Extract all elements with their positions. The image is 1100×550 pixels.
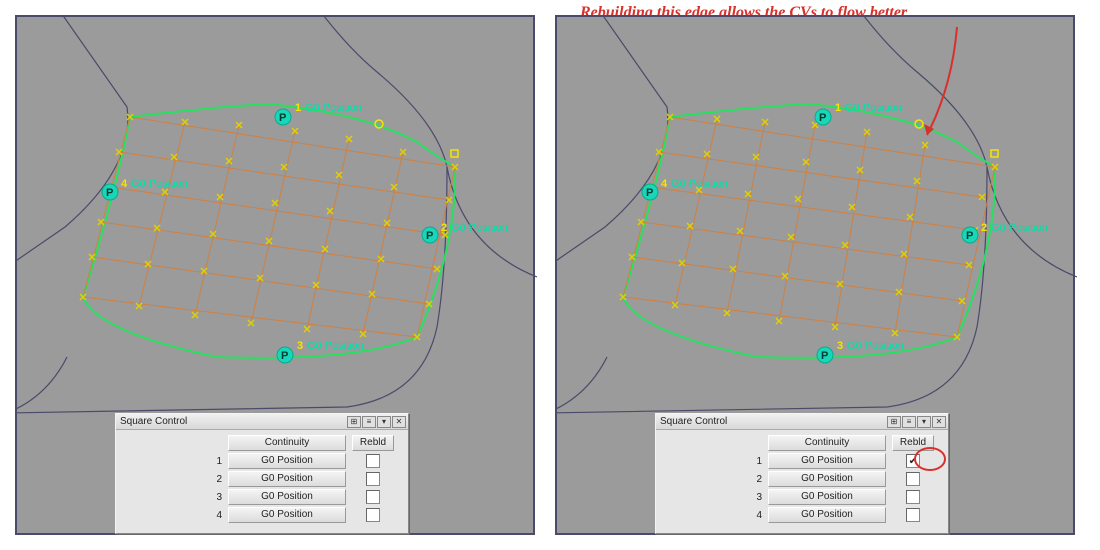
svg-text:P: P: [106, 187, 113, 199]
edge2-handle: P 2 G0 Position: [962, 222, 1048, 243]
continuity-button-2[interactable]: G0 Position: [768, 471, 886, 487]
svg-text:P: P: [819, 112, 826, 124]
continuity-button-1[interactable]: G0 Position: [228, 453, 346, 469]
expand-icon[interactable]: ⊞: [347, 416, 361, 428]
dropdown-icon[interactable]: ▾: [917, 416, 931, 428]
continuity-button-3[interactable]: G0 Position: [228, 489, 346, 505]
svg-text:1: 1: [295, 102, 301, 114]
svg-text:P: P: [426, 230, 433, 242]
row-num: 4: [662, 510, 762, 521]
svg-text:G0 Position: G0 Position: [847, 340, 904, 352]
continuity-button-4[interactable]: G0 Position: [228, 507, 346, 523]
dialog-title: Square Control: [120, 416, 347, 427]
edge1-handle: P 1 G0 Position: [275, 102, 362, 125]
continuity-button-2[interactable]: G0 Position: [228, 471, 346, 487]
svg-text:G0 Position: G0 Position: [671, 178, 728, 190]
viewport-left[interactable]: P 1 G0 Position P 2 G0 Position P 3 G0 P…: [15, 15, 535, 535]
continuity-button-4[interactable]: G0 Position: [768, 507, 886, 523]
svg-text:G0 Position: G0 Position: [307, 340, 364, 352]
svg-text:P: P: [279, 112, 286, 124]
continuity-header-button[interactable]: Continuity: [228, 435, 346, 451]
row-num: 3: [122, 492, 222, 503]
rebld-check-4[interactable]: [366, 508, 380, 522]
svg-text:G0 Position: G0 Position: [451, 222, 508, 234]
edge4-handle: P 4 G0 Position: [102, 178, 188, 200]
menu-icon[interactable]: ≡: [902, 416, 916, 428]
edge3-handle: P 3 G0 Position: [277, 340, 364, 363]
svg-text:P: P: [966, 230, 973, 242]
row-num: 2: [662, 474, 762, 485]
edge1-handle: P 1 G0 Position: [815, 102, 902, 125]
close-icon[interactable]: ✕: [932, 416, 946, 428]
rebld-check-1[interactable]: ✔: [906, 454, 920, 468]
row-num: 4: [122, 510, 222, 521]
edge3-handle: P 3 G0 Position: [817, 340, 904, 363]
svg-text:G0 Position: G0 Position: [845, 102, 902, 114]
continuity-button-1[interactable]: G0 Position: [768, 453, 886, 469]
menu-icon[interactable]: ≡: [362, 416, 376, 428]
rebld-check-3[interactable]: [366, 490, 380, 504]
svg-text:P: P: [646, 187, 653, 199]
svg-text:4: 4: [661, 178, 668, 190]
square-control-dialog[interactable]: Square Control ⊞ ≡ ▾ ✕ Continuity Rebld …: [115, 413, 409, 534]
rebld-header-button[interactable]: Rebld: [352, 435, 394, 451]
dialog-titlebar[interactable]: Square Control ⊞ ≡ ▾ ✕: [116, 414, 408, 430]
edge2-handle: P 2 G0 Position: [422, 222, 508, 243]
svg-text:2: 2: [441, 222, 447, 234]
close-icon[interactable]: ✕: [392, 416, 406, 428]
continuity-header-button[interactable]: Continuity: [768, 435, 886, 451]
svg-text:4: 4: [121, 178, 128, 190]
rebld-check-2[interactable]: [906, 472, 920, 486]
rebld-check-1[interactable]: [366, 454, 380, 468]
svg-text:3: 3: [297, 340, 303, 352]
rebld-check-4[interactable]: [906, 508, 920, 522]
square-control-dialog[interactable]: Square Control ⊞ ≡ ▾ ✕ Continuity Rebld …: [655, 413, 949, 534]
svg-text:P: P: [281, 350, 288, 362]
row-num: 3: [662, 492, 762, 503]
rebld-check-2[interactable]: [366, 472, 380, 486]
row-num: 2: [122, 474, 222, 485]
rebld-check-3[interactable]: [906, 490, 920, 504]
svg-text:P: P: [821, 350, 828, 362]
svg-text:G0 Position: G0 Position: [131, 178, 188, 190]
dialog-titlebar[interactable]: Square Control ⊞ ≡ ▾ ✕: [656, 414, 948, 430]
dialog-title: Square Control: [660, 416, 887, 427]
svg-text:3: 3: [837, 340, 843, 352]
rebld-header-button[interactable]: Rebld: [892, 435, 934, 451]
expand-icon[interactable]: ⊞: [887, 416, 901, 428]
svg-text:G0 Position: G0 Position: [305, 102, 362, 114]
svg-text:1: 1: [835, 102, 841, 114]
row-num: 1: [662, 456, 762, 467]
svg-text:2: 2: [981, 222, 987, 234]
row-num: 1: [122, 456, 222, 467]
edge4-handle: P 4 G0 Position: [642, 178, 728, 200]
viewport-right[interactable]: P 1 G0 Position P 2 G0 Position P 3 G0 P…: [555, 15, 1075, 535]
dropdown-icon[interactable]: ▾: [377, 416, 391, 428]
continuity-button-3[interactable]: G0 Position: [768, 489, 886, 505]
svg-text:G0 Position: G0 Position: [991, 222, 1048, 234]
